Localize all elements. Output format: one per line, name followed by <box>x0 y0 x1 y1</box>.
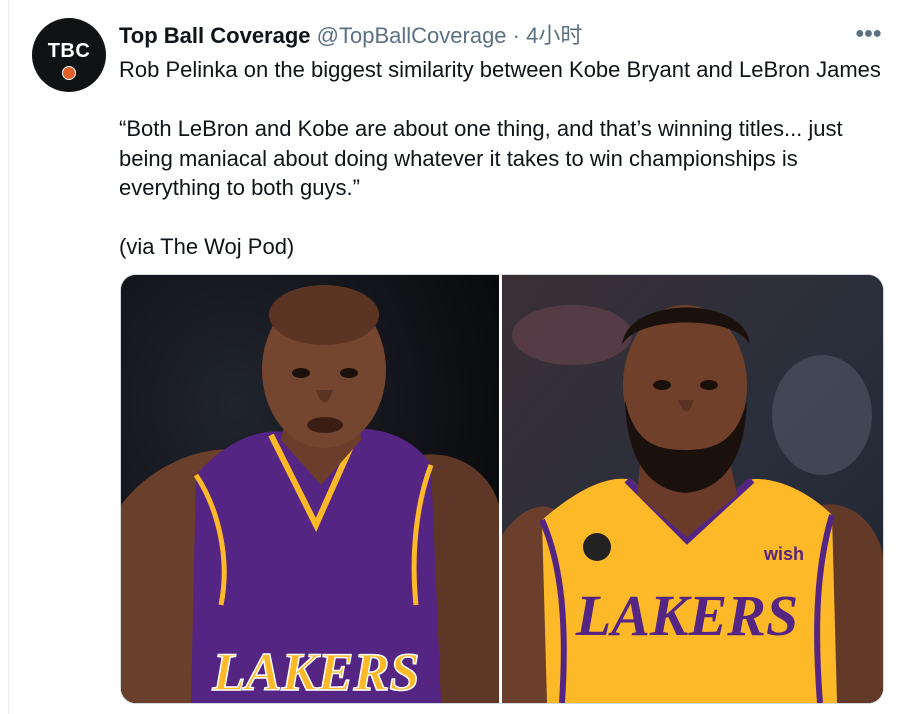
separator-dot: · <box>512 23 520 48</box>
tweet-card[interactable]: TBC Top Ball Coverage @TopBallCoverage ·… <box>8 0 904 714</box>
photo-lebron[interactable]: wish LAKERS <box>502 275 883 703</box>
tweet-text: Rob Pelinka on the biggest similarity be… <box>119 55 889 262</box>
more-dots-icon[interactable]: ●●● <box>853 22 883 46</box>
tweet-line-source: (via The Woj Pod) <box>119 234 295 259</box>
media-grid: LAKERS wish LAKERS <box>120 274 884 704</box>
display-name[interactable]: Top Ball Coverage <box>119 23 311 48</box>
tweet-line-quote-3: everything to both guys.” <box>119 175 360 200</box>
tweet-line-headline: Rob Pelinka on the biggest similarity be… <box>119 57 881 82</box>
tweet-header: Top Ball Coverage @TopBallCoverage · 4小时 <box>119 22 582 50</box>
jersey-badge-text: wish <box>763 544 804 564</box>
jersey-text-right: LAKERS <box>575 583 798 648</box>
tweet-line-quote-2: being maniacal about doing whatever it t… <box>119 145 798 171</box>
basketball-icon <box>62 66 76 80</box>
timestamp[interactable]: 4小时 <box>526 23 582 48</box>
tweet-line-quote-1: “Both LeBron and Kobe are about one thin… <box>119 116 843 141</box>
avatar-logo-text: TBC <box>47 40 91 62</box>
user-handle[interactable]: @TopBallCoverage <box>317 23 507 48</box>
jersey-text-left: LAKERS <box>211 642 419 702</box>
avatar[interactable]: TBC <box>32 18 106 92</box>
photo-kobe[interactable]: LAKERS <box>121 275 499 703</box>
